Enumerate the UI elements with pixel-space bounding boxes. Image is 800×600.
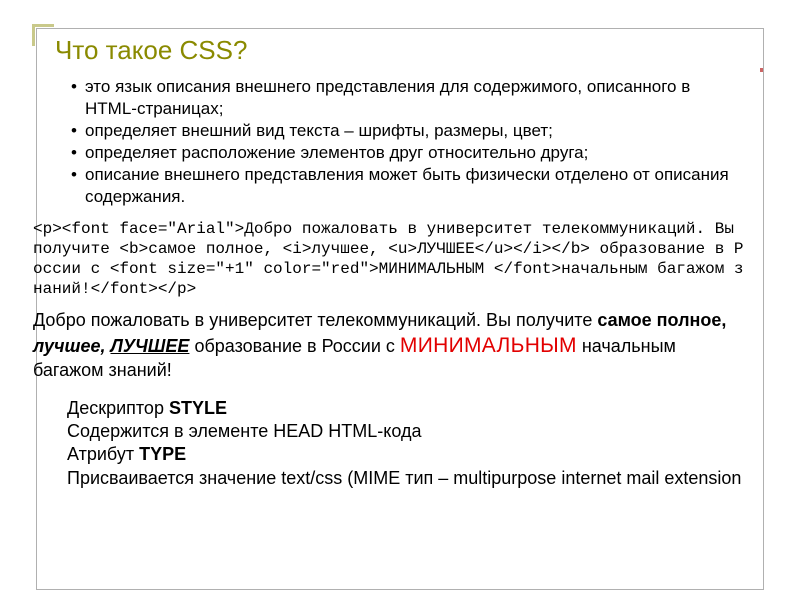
descriptor-keyword: STYLE xyxy=(169,398,227,418)
slide-frame: Что такое CSS? это язык описания внешнег… xyxy=(36,28,764,590)
rendered-bold: самое полное, xyxy=(597,310,726,330)
rendered-red: МИНИМАЛЬНЫМ xyxy=(400,334,577,357)
bullet-list: это язык описания внешнего представления… xyxy=(71,76,745,209)
descriptor-section: Дескриптор STYLE Содержится в элементе H… xyxy=(67,397,745,491)
descriptor-text: Атрибут xyxy=(67,444,139,464)
slide-title: Что такое CSS? xyxy=(55,35,745,66)
rendered-text: Добро пожаловать в университет телекомму… xyxy=(33,310,597,330)
rendered-bold-italic-underline: ЛУЧШЕЕ xyxy=(111,336,190,356)
rendered-output: Добро пожаловать в университет телекомму… xyxy=(33,309,745,383)
descriptor-keyword: TYPE xyxy=(139,444,186,464)
descriptor-line: Атрибут TYPE xyxy=(67,443,745,466)
list-item: описание внешнего представления может бы… xyxy=(71,164,745,208)
rendered-bold-italic: лучшее, xyxy=(33,336,111,356)
descriptor-text: Дескриптор xyxy=(67,398,169,418)
html-code-example: <p><font face="Arial">Добро пожаловать в… xyxy=(33,219,745,299)
list-item: определяет расположение элементов друг о… xyxy=(71,142,745,164)
descriptor-line: Содержится в элементе HEAD HTML-кода xyxy=(67,420,745,443)
rendered-text: образование в России с xyxy=(189,336,399,356)
list-item: это язык описания внешнего представления… xyxy=(71,76,745,120)
descriptor-line: Присваивается значение text/css (MIME ти… xyxy=(67,467,745,490)
list-item: определяет внешний вид текста – шрифты, … xyxy=(71,120,745,142)
descriptor-line: Дескриптор STYLE xyxy=(67,397,745,420)
